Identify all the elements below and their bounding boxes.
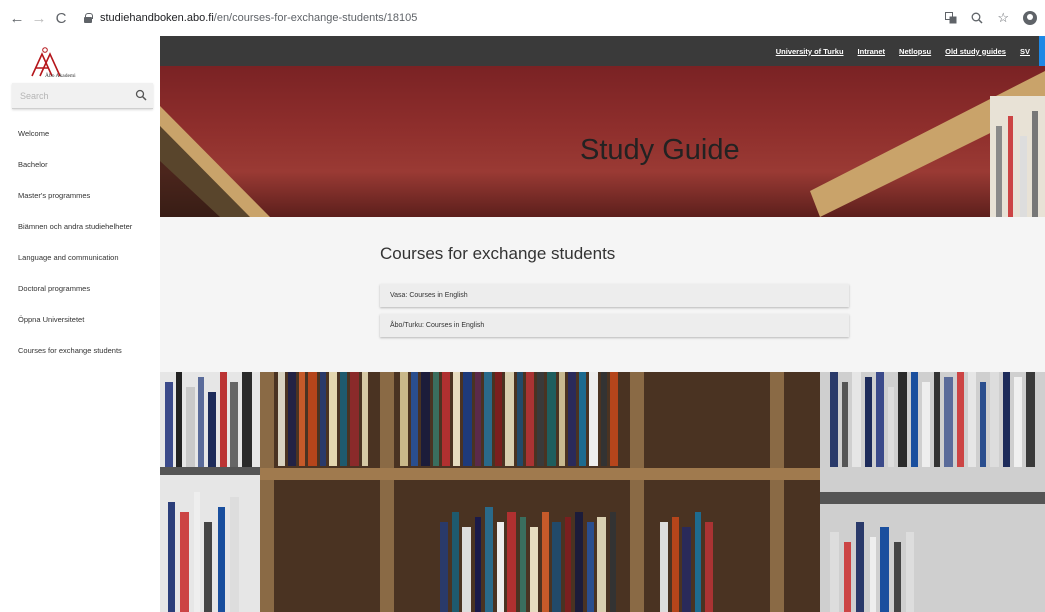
section-title: Courses for exchange students [380, 244, 616, 263]
sidebar-item-bachelor[interactable]: Bachelor [0, 154, 160, 185]
course-row-abo-turku[interactable]: Åbo/Turku: Courses in English [380, 314, 849, 337]
link-intranet[interactable]: Intranet [858, 47, 886, 56]
url-host: studiehandboken.abo.fi [100, 12, 214, 24]
url-path: /en/courses-for-exchange-students/18105 [213, 12, 418, 24]
browser-toolbar: ← → C studiehandboken.abo.fi/en/courses-… [0, 0, 1045, 36]
address-bar[interactable]: studiehandboken.abo.fi/en/courses-for-ex… [100, 12, 417, 24]
course-row-vasa[interactable]: Vasa: Courses in English [380, 284, 849, 307]
link-netlopsu[interactable]: Netlopsu [899, 47, 931, 56]
page-title: Study Guide [580, 134, 740, 166]
link-university-of-turku[interactable]: University of Turku [776, 47, 844, 56]
zoom-icon[interactable] [971, 12, 983, 24]
search-box [12, 83, 153, 109]
sidebar-nav: Welcome Bachelor Master's programmes Biä… [0, 123, 160, 371]
top-nav-bar: University of Turku Intranet Netlopsu Ol… [160, 36, 1045, 66]
library-bookshelf-image [160, 372, 1045, 612]
language-switch-edge[interactable] [1039, 36, 1045, 66]
profile-icon[interactable] [1023, 11, 1037, 25]
sidebar-item-welcome[interactable]: Welcome [0, 123, 160, 154]
search-input[interactable] [12, 83, 122, 109]
logo-text: Åbo Akademi [45, 73, 76, 79]
sidebar-item-biamnen[interactable]: Biämnen och andra studiehelheter [0, 216, 160, 247]
main-content: Courses for exchange students Vasa: Cour… [160, 217, 1045, 372]
link-language-sv[interactable]: SV [1020, 47, 1030, 56]
browser-actions: ☆ [945, 0, 1037, 36]
top-nav-links: University of Turku Intranet Netlopsu Ol… [776, 36, 1030, 66]
link-old-study-guides[interactable]: Old study guides [945, 47, 1006, 56]
sidebar-item-language[interactable]: Language and communication [0, 247, 160, 278]
translate-icon[interactable] [945, 12, 957, 24]
sidebar-item-exchange[interactable]: Courses for exchange students [0, 340, 160, 371]
lock-icon [84, 13, 93, 23]
sidebar-item-doctoral[interactable]: Doctoral programmes [0, 278, 160, 309]
sidebar: Åbo Akademi Welcome Bachelor Master's pr… [0, 36, 160, 612]
search-icon[interactable] [135, 89, 147, 101]
reload-icon[interactable]: C [50, 10, 72, 27]
forward-arrow-icon[interactable]: → [28, 10, 50, 27]
hero-banner: Study Guide [160, 66, 1045, 217]
sidebar-item-oppna[interactable]: Öppna Universitetet [0, 309, 160, 340]
sidebar-item-masters[interactable]: Master's programmes [0, 185, 160, 216]
back-arrow-icon[interactable]: ← [6, 10, 28, 27]
bookmark-star-icon[interactable]: ☆ [997, 10, 1009, 26]
